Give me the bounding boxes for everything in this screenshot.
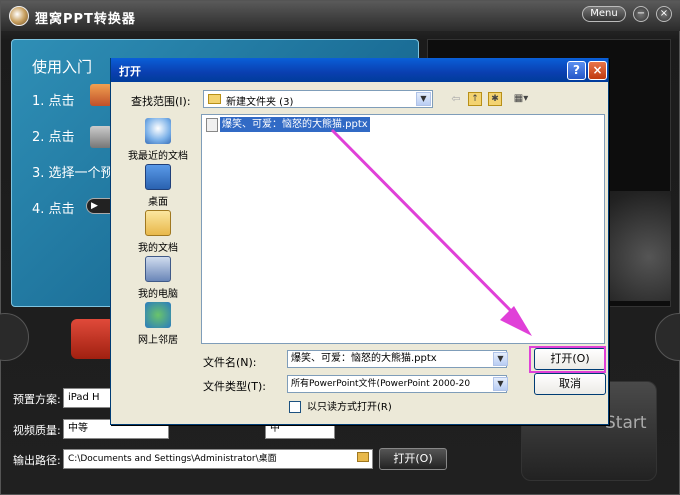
- output-path-field[interactable]: C:\Documents and Settings\Administrator\…: [63, 449, 373, 469]
- file-type-dropdown-icon[interactable]: ▼: [493, 377, 508, 391]
- guide-step-3: 3. 选择一个预: [32, 166, 114, 181]
- add-ppt-icon: [90, 84, 112, 106]
- place-label: 我的文档: [138, 243, 178, 254]
- place-label: 桌面: [148, 197, 168, 208]
- my-documents-icon: [145, 210, 171, 236]
- place-label: 我的电脑: [138, 289, 178, 300]
- preset-label: 预置方案:: [13, 393, 61, 406]
- file-item-name: 爆笑、可爱：恼怒的大熊猫.pptx: [220, 117, 370, 132]
- desktop-icon: [145, 164, 171, 190]
- file-name-input[interactable]: 爆笑、可爱：恼怒的大熊猫.pptx: [287, 350, 507, 368]
- open-output-button[interactable]: 打开(O): [379, 448, 447, 470]
- file-type-select[interactable]: 所有PowerPoint文件(PowerPoint 2000-20: [287, 375, 507, 393]
- read-only-option[interactable]: 以只读方式打开(R): [289, 398, 392, 413]
- pptx-file-icon: [206, 118, 218, 132]
- file-name-dropdown-icon[interactable]: ▼: [493, 352, 508, 366]
- guide-step-1: 1. 点击: [32, 94, 75, 109]
- file-list[interactable]: 爆笑、可爱：恼怒的大熊猫.pptx: [201, 114, 605, 344]
- open-button-highlight: [529, 346, 606, 373]
- app-logo-icon: [9, 6, 29, 26]
- place-my-computer[interactable]: 我的电脑: [121, 256, 195, 300]
- place-recent-documents[interactable]: 我最近的文档: [121, 118, 195, 162]
- read-only-checkbox[interactable]: [289, 401, 301, 413]
- my-computer-icon: [145, 256, 171, 282]
- side-decoration-left: [0, 313, 29, 361]
- read-only-label: 以只读方式打开(R): [307, 402, 392, 413]
- guide-step-2: 2. 点击: [32, 130, 75, 145]
- menu-button[interactable]: Menu: [582, 6, 626, 22]
- app-title: 狸窝PPT转换器: [35, 12, 136, 27]
- minimize-button[interactable]: −: [633, 6, 649, 22]
- places-bar: 我最近的文档 桌面 我的文档 我的电脑 网上邻居: [121, 114, 195, 346]
- browse-folder-icon[interactable]: [357, 452, 369, 462]
- add-ppt-button[interactable]: [71, 319, 115, 359]
- view-menu-icon[interactable]: ▦▾: [510, 92, 532, 106]
- place-label: 我最近的文档: [128, 151, 188, 162]
- menu-button-label: Menu: [590, 8, 618, 19]
- app-close-button[interactable]: ×: [656, 6, 672, 22]
- file-type-label: 文件类型(T):: [203, 380, 267, 393]
- guide-step-4: 4. 点击: [32, 202, 75, 217]
- output-path-label: 输出路径:: [13, 454, 61, 467]
- dialog-title: 打开: [119, 65, 141, 78]
- chevron-down-icon[interactable]: ▼: [416, 92, 431, 106]
- look-in-label: 查找范围(I):: [131, 95, 191, 108]
- back-arrow-icon[interactable]: ⇦: [449, 92, 463, 106]
- network-places-icon: [145, 302, 171, 328]
- cancel-button[interactable]: 取消: [534, 373, 606, 395]
- recent-docs-icon: [145, 118, 171, 144]
- quality-label: 视频质量:: [13, 424, 61, 437]
- folder-icon: [208, 94, 221, 104]
- dialog-close-button[interactable]: ×: [588, 61, 607, 80]
- app-titlebar: 狸窝PPT转换器 Menu − ×: [1, 1, 680, 31]
- place-network[interactable]: 网上邻居: [121, 302, 195, 346]
- look-in-value: 新建文件夹 (3): [226, 97, 294, 108]
- settings-tools-icon: [90, 126, 112, 148]
- preset-select[interactable]: iPad H: [63, 388, 113, 408]
- place-desktop[interactable]: 桌面: [121, 164, 195, 208]
- up-folder-icon[interactable]: ↑: [468, 92, 482, 106]
- new-folder-icon[interactable]: ✱: [488, 92, 502, 106]
- place-label: 网上邻居: [138, 335, 178, 346]
- guide-title: 使用入门: [32, 58, 93, 76]
- file-name-label: 文件名(N):: [203, 356, 257, 369]
- place-my-documents[interactable]: 我的文档: [121, 210, 195, 254]
- help-button[interactable]: ?: [567, 61, 586, 80]
- side-decoration-right: [655, 313, 680, 361]
- look-in-dropdown[interactable]: 新建文件夹 (3) ▼: [203, 90, 433, 108]
- start-label: Start: [605, 413, 647, 433]
- dialog-titlebar: 打开 ? ×: [111, 58, 608, 82]
